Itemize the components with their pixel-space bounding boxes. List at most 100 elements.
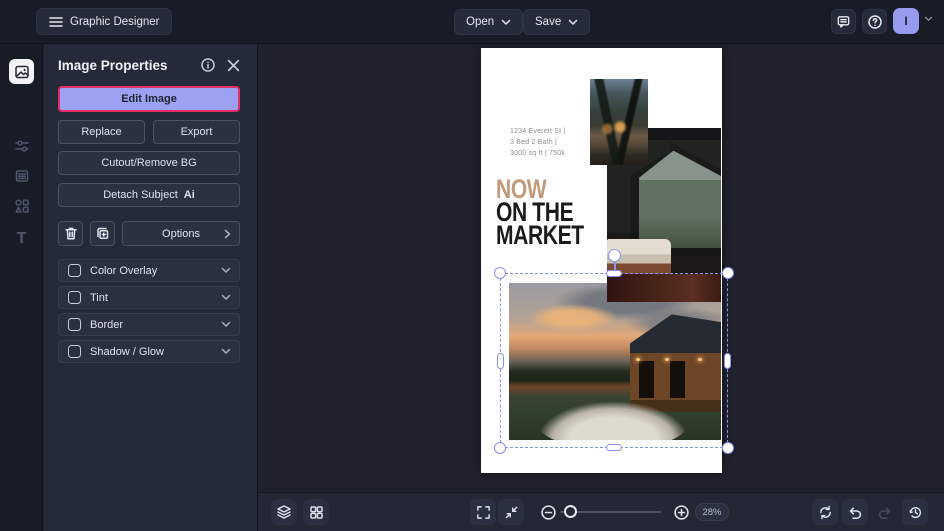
reset-icon — [818, 505, 833, 520]
detach-label: Detach Subject — [103, 189, 178, 201]
comments-button[interactable] — [831, 9, 856, 34]
image-properties-panel: Image Properties Edit Image Replace Expo… — [44, 44, 258, 531]
fit-to-screen-button[interactable] — [498, 499, 524, 525]
listing-details-text[interactable]: 1234 Everett St | 3 Bed 2 Bath | 3000 sq… — [510, 126, 565, 159]
resize-handle-bottom[interactable] — [606, 444, 622, 451]
main-menu-button[interactable]: Graphic Designer — [36, 8, 173, 35]
open-label: Open — [466, 16, 495, 28]
comment-icon — [836, 14, 851, 29]
help-icon — [867, 14, 883, 30]
toggle-label: Tint — [90, 291, 108, 304]
undo-icon — [847, 505, 863, 520]
resize-handle-right[interactable] — [724, 352, 731, 369]
replace-button[interactable]: Replace — [58, 120, 145, 144]
list-icon — [14, 168, 30, 184]
fit-screen-icon — [504, 505, 519, 520]
shapes-icon — [14, 198, 30, 214]
zoom-level-value: 28% — [702, 506, 722, 518]
sidebar-item-text[interactable]: T — [9, 226, 34, 251]
zoom-in-button[interactable] — [668, 499, 694, 525]
chevron-down-icon[interactable] — [221, 267, 231, 274]
toggle-label: Color Overlay — [90, 264, 158, 277]
sidebar-item-layers-list[interactable] — [9, 163, 34, 188]
resize-handle-left[interactable] — [497, 352, 504, 369]
avatar[interactable]: I — [893, 8, 919, 34]
toggle-tint[interactable]: Tint — [58, 286, 240, 309]
canvas-area[interactable]: 1234 Everett St | 3 Bed 2 Bath | 3000 sq… — [258, 44, 944, 492]
toggle-border[interactable]: Border — [58, 313, 240, 336]
chevron-right-icon — [224, 229, 231, 239]
account-chevron-down-icon[interactable] — [924, 16, 933, 22]
fullscreen-button[interactable] — [470, 499, 496, 525]
trash-icon — [64, 226, 78, 241]
sidebar-item-elements[interactable] — [9, 193, 34, 218]
toggle-shadow-glow[interactable]: Shadow / Glow — [58, 340, 240, 363]
text-icon: T — [16, 229, 27, 247]
toggle-label: Shadow / Glow — [90, 345, 164, 358]
history-button[interactable] — [902, 499, 928, 525]
resize-handle-bottom-right[interactable] — [722, 442, 734, 454]
resize-handle-bottom-left[interactable] — [494, 442, 506, 454]
close-icon[interactable] — [227, 59, 240, 72]
zoom-in-icon — [673, 504, 690, 521]
menu-icon — [49, 16, 63, 28]
panel-title: Image Properties — [58, 57, 168, 73]
export-button[interactable]: Export — [153, 120, 240, 144]
app-title: Graphic Designer — [70, 15, 160, 28]
left-sidebar: T — [0, 44, 43, 531]
duplicate-button[interactable] — [90, 221, 115, 246]
pages-grid-button[interactable] — [303, 499, 329, 525]
border-checkbox[interactable] — [68, 318, 81, 331]
tint-checkbox[interactable] — [68, 291, 81, 304]
zoom-slider-knob[interactable] — [564, 505, 577, 518]
help-button[interactable] — [862, 9, 887, 34]
chevron-down-icon[interactable] — [221, 321, 231, 328]
history-icon — [908, 505, 923, 520]
zoom-out-icon — [540, 504, 557, 521]
zoom-slider[interactable] — [560, 505, 661, 518]
redo-button[interactable] — [872, 499, 898, 525]
options-button[interactable]: Options — [122, 221, 240, 246]
toggle-color-overlay[interactable]: Color Overlay — [58, 259, 240, 282]
chevron-down-icon[interactable] — [221, 348, 231, 355]
open-button[interactable]: Open — [454, 9, 524, 35]
delete-button[interactable] — [58, 221, 83, 246]
ai-badge: Ai — [183, 189, 195, 201]
top-bar: Graphic Designer Open Save I — [0, 0, 944, 44]
sliders-icon — [14, 138, 30, 154]
headline-text[interactable]: NOW ON THE MARKET — [496, 176, 584, 249]
resize-handle-top-right[interactable] — [722, 267, 734, 279]
chevron-down-icon — [568, 19, 578, 26]
sidebar-item-images[interactable] — [9, 59, 34, 84]
undo-button[interactable] — [842, 499, 868, 525]
redo-icon — [877, 505, 893, 520]
info-icon[interactable] — [200, 57, 216, 73]
avatar-initial: I — [904, 14, 908, 28]
save-label: Save — [535, 16, 562, 28]
layers-icon — [276, 504, 292, 520]
options-label: Options — [162, 227, 200, 240]
layers-button[interactable] — [271, 499, 297, 525]
resize-handle-top[interactable] — [606, 270, 622, 277]
shadow-glow-checkbox[interactable] — [68, 345, 81, 358]
chevron-down-icon — [501, 19, 511, 26]
rotation-handle[interactable] — [607, 249, 621, 262]
sidebar-item-adjustments[interactable] — [9, 133, 34, 158]
color-overlay-checkbox[interactable] — [68, 264, 81, 277]
resize-handle-top-left[interactable] — [494, 267, 506, 279]
reset-view-button[interactable] — [812, 499, 838, 525]
duplicate-icon — [95, 226, 110, 241]
fullscreen-icon — [476, 505, 491, 520]
save-button[interactable]: Save — [523, 9, 591, 35]
zoom-out-button[interactable] — [535, 499, 561, 525]
toggle-label: Border — [90, 318, 124, 331]
photo-cabin-forest[interactable] — [590, 79, 648, 165]
edit-image-button[interactable]: Edit Image — [58, 86, 240, 112]
cutout-remove-bg-button[interactable]: Cutout/Remove BG — [58, 151, 240, 175]
detach-subject-button[interactable]: Detach Subject Ai — [58, 183, 240, 207]
selection-bounding-box[interactable] — [494, 249, 734, 454]
grid-icon — [309, 505, 324, 520]
image-icon — [14, 64, 30, 80]
chevron-down-icon[interactable] — [221, 294, 231, 301]
zoom-level-indicator[interactable]: 28% — [695, 503, 729, 521]
